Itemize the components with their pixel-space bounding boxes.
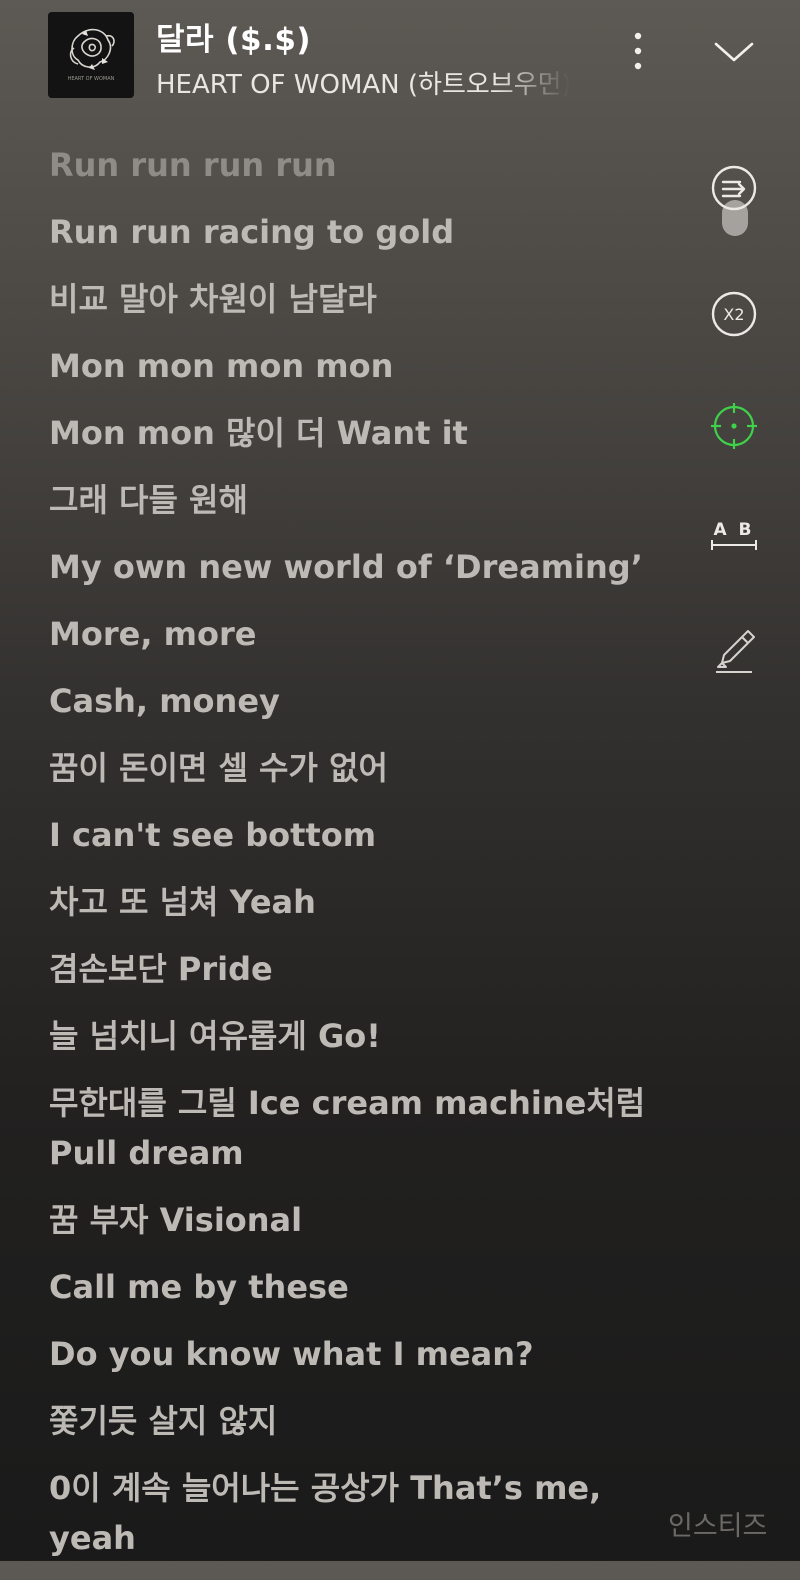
lyric-line[interactable]: 0이 계속 늘어나는 공상가 That’s me, yeah <box>49 1463 669 1563</box>
lyric-line[interactable]: Do you know what I mean? <box>49 1329 669 1379</box>
collapse-button[interactable] <box>708 30 760 74</box>
crosshair-icon <box>711 403 757 449</box>
lyric-line[interactable]: 늘 넘치니 여유롭게 Go! <box>49 1011 669 1061</box>
more-options-button[interactable] <box>618 26 658 76</box>
translate-button[interactable]: A B <box>704 512 764 558</box>
scroll-handle[interactable] <box>722 200 748 236</box>
lyric-line[interactable]: Run run racing to gold <box>49 207 669 257</box>
lyric-line[interactable]: I can't see bottom <box>49 810 669 860</box>
lyric-line[interactable]: More, more <box>49 609 669 659</box>
focus-current-line-button[interactable] <box>706 398 762 454</box>
lyric-line[interactable]: 쫓기듯 살지 않지 <box>49 1396 669 1446</box>
lyric-line[interactable]: 꿈이 돈이면 셀 수가 없어 <box>49 743 669 793</box>
song-title: 달라 ($.$) <box>156 22 312 58</box>
lyric-line[interactable]: My own new world of ‘Dreaming’ <box>49 542 669 592</box>
highlighter-pen-icon <box>716 630 755 673</box>
translate-label: A B <box>713 520 754 540</box>
player-header: HEART OF WOMAN 달라 ($.$) HEART OF WOMAN (… <box>0 0 800 110</box>
highlight-button[interactable] <box>706 622 762 678</box>
speed-x2-icon: X2 <box>711 291 757 337</box>
speed-label: X2 <box>723 305 744 324</box>
vertical-dots-icon <box>634 32 642 70</box>
lyric-line[interactable]: Mon mon 많이 더 Want it <box>49 408 669 458</box>
lyric-line[interactable]: 꿈 부자 Visional <box>49 1195 669 1245</box>
lyric-line[interactable]: 겸손보단 Pride <box>49 944 669 994</box>
lyric-line[interactable]: 차고 또 넘쳐 Yeah <box>49 877 669 927</box>
lyric-line[interactable]: 무한대를 그릴 Ice cream machine처럼 Pull dream <box>49 1078 669 1178</box>
album-art-caption: HEART OF WOMAN <box>68 76 115 82</box>
lyric-line[interactable]: 그래 다들 원해 <box>49 475 669 525</box>
lyrics-list: Run run run run Run run racing to gold 비교 … <box>49 140 669 1580</box>
lyric-line[interactable]: Call me by these <box>49 1262 669 1312</box>
ab-translate-icon: A B <box>711 520 757 550</box>
speed-button[interactable]: X2 <box>706 286 762 342</box>
watermark: 인스티즈 <box>668 1511 768 1542</box>
song-artist[interactable]: HEART OF WOMAN (하트오브우먼) <box>156 64 570 101</box>
lyric-line[interactable]: 비교 말아 차원이 남달라 <box>49 274 669 324</box>
chevron-down-icon <box>714 42 754 62</box>
lyric-line[interactable]: Cash, money <box>49 676 669 726</box>
lyric-line[interactable]: Run run run run <box>49 140 669 190</box>
lyric-line[interactable]: Mon mon mon mon <box>49 341 669 391</box>
album-art-image: HEART OF WOMAN <box>48 12 134 98</box>
album-art[interactable]: HEART OF WOMAN <box>48 12 134 98</box>
